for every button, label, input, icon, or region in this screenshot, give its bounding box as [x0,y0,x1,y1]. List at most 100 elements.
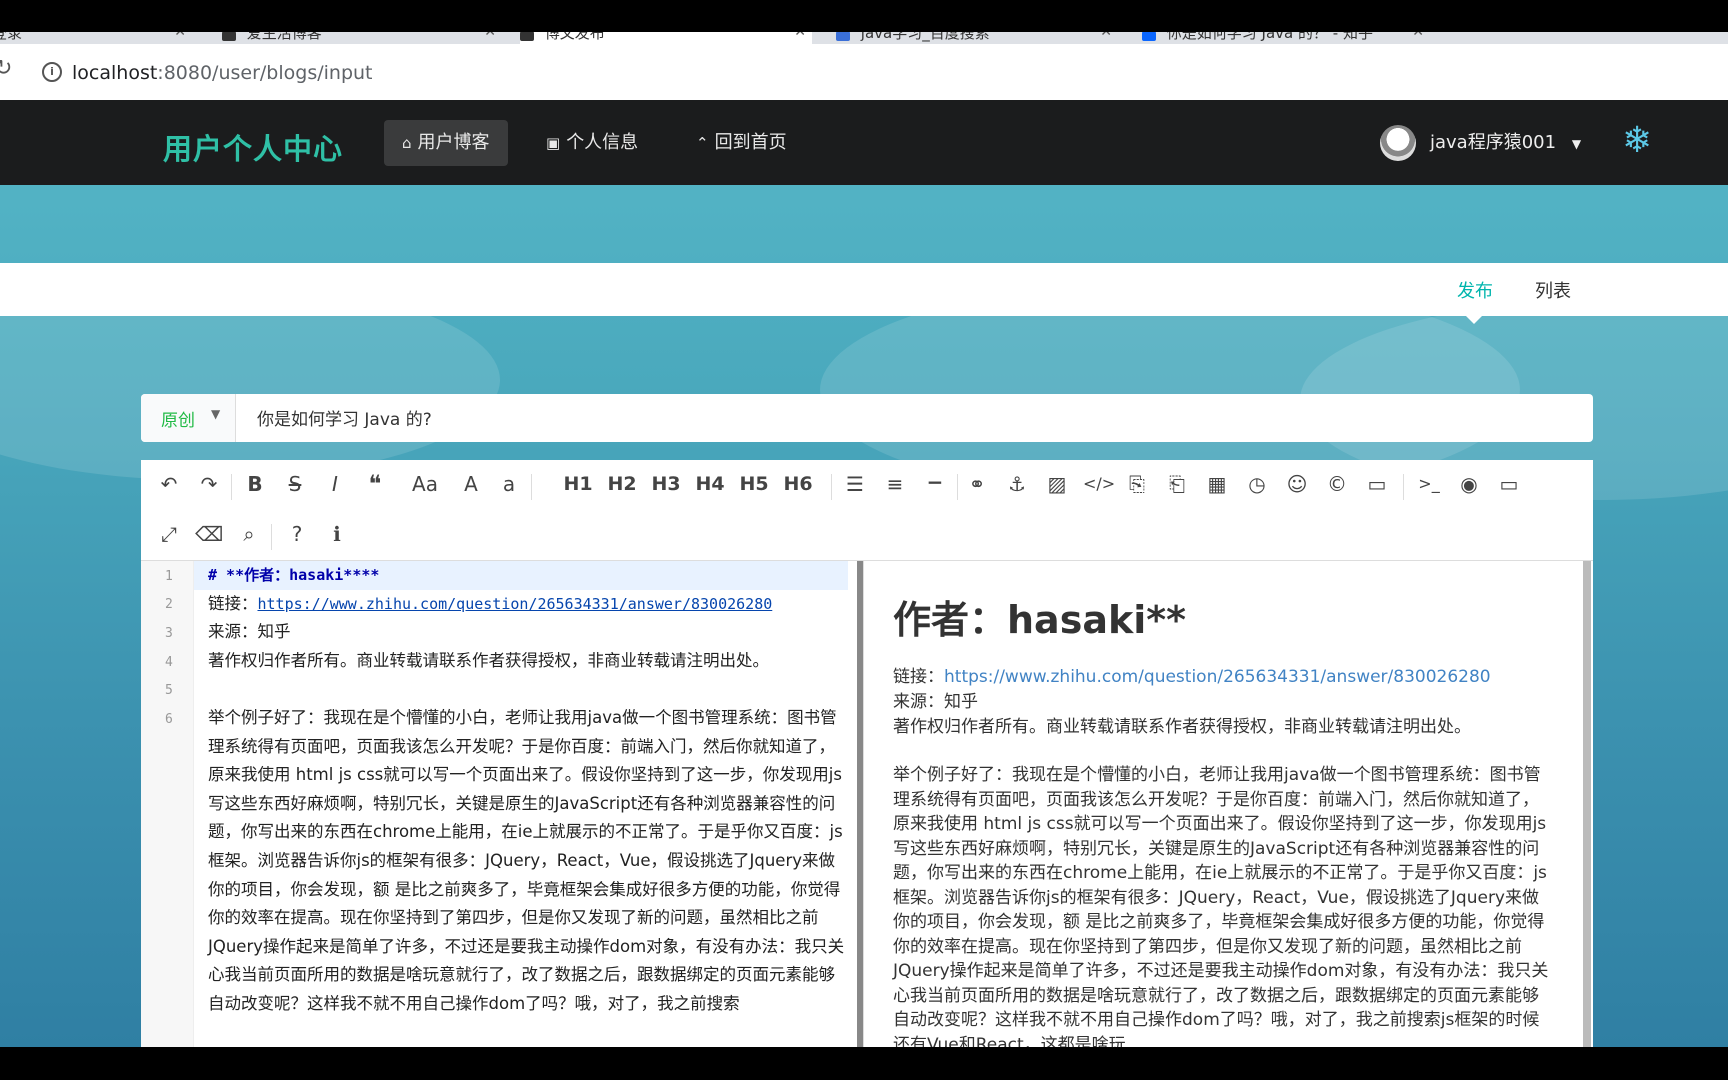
avatar [1380,125,1416,161]
pagebreak-icon[interactable]: ▭ [1363,472,1391,496]
tab-label: java学习_百度搜索 [860,32,990,42]
anchor-icon[interactable]: ⚓ [1003,472,1031,496]
watch-icon[interactable]: ▭ [1495,472,1523,496]
info-icon[interactable]: ℹ [323,522,351,546]
browser-tab[interactable]: 登录 ✕ [0,32,192,44]
search-icon[interactable]: ⌕ [235,522,263,546]
url-path: :8080/user/blogs/input [157,62,373,84]
username: java程序猿001 [1430,132,1557,153]
toolbar-divider [957,474,958,500]
url-field[interactable]: localhost:8080/user/blogs/input [72,62,373,84]
sub-nav: 发布 列表 [0,263,1728,316]
html-entities-icon[interactable]: © [1323,472,1351,496]
strikethrough-icon[interactable]: S [281,472,309,496]
redo-icon[interactable]: ↷ [195,472,223,496]
preview-scrollbar[interactable] [1583,561,1591,1047]
reload-icon[interactable]: ↻ [0,56,12,81]
clear-icon[interactable]: ⌫ [195,522,223,546]
toolbar-divider [1403,474,1404,500]
preview-pane: 作者：hasaki** 链接：https://www.zhihu.com/que… [865,561,1593,1047]
unordered-list-icon[interactable]: ☰ [841,472,869,496]
bold-icon[interactable]: B [241,472,269,496]
caret-down-icon: ▼ [1571,137,1582,151]
heading-5-button[interactable]: H5 [737,473,771,495]
caret-down-icon: ▼ [211,407,221,421]
bottom-bar [0,1047,1728,1080]
code-scrollbar[interactable] [857,561,863,1047]
undo-icon[interactable]: ↶ [155,472,183,496]
image-icon: ▣ [546,134,561,152]
heading-6-button[interactable]: H6 [781,473,815,495]
title-input[interactable] [255,406,1559,428]
tab-label: 登录 [0,32,23,42]
code-link-prefix: 链接： [208,593,258,613]
browser-tab[interactable]: java学习_百度搜索 ✕ [836,32,1118,44]
nav-item-profile[interactable]: ▣ 个人信息 [528,120,656,166]
preview-meta: 链接：https://www.zhihu.com/question/265634… [893,665,1553,740]
heading-4-button[interactable]: H4 [693,473,727,495]
line-gutter: 1 2 3 4 5 6 [141,561,194,1047]
close-icon[interactable]: ✕ [794,32,806,40]
address-bar: ↻ i localhost:8080/user/blogs/input [0,44,1728,101]
lowercase-icon[interactable]: a [495,472,523,496]
preview-body: 举个例子好了：我现在是个懵懂的小白，老师让我用java做一个图书管理系统：图书管… [893,765,1549,1047]
horizontal-rule-icon[interactable]: − [921,470,949,494]
code-pane[interactable]: 1 2 3 4 5 6 # **作者：hasaki**** 链接：https:/… [141,561,864,1047]
active-pointer [1465,315,1483,324]
uppercase-all-icon[interactable]: Aa [405,472,445,496]
close-icon[interactable]: ✕ [484,32,496,40]
image-icon[interactable]: ▨ [1043,472,1071,496]
type-dropdown[interactable]: 原创 ▼ [141,394,236,442]
nav-item-blogs[interactable]: ⌂ 用户博客 [384,120,508,166]
close-icon[interactable]: ✕ [1100,32,1112,40]
preview-link-prefix: 链接： [893,667,944,687]
uppercase-icon[interactable]: A [457,472,485,496]
preformatted-code-icon[interactable]: ⎘ [1123,472,1151,496]
code-line: 链接：https://www.zhihu.com/question/265634… [208,590,848,619]
tab-list[interactable]: 列表 [1535,277,1571,303]
heading-3-button[interactable]: H3 [649,473,683,495]
browser-tab-active[interactable]: 博文发布 ✕ [520,32,812,44]
ordered-list-icon[interactable]: ≡ [881,472,909,496]
editor-toolbar: ↶ ↷ B S I ❝ Aa A a H1 H2 H3 H4 H5 H6 ☰ ≡… [141,460,1593,561]
top-nav: 用户个人中心 ⌂ 用户博客 ▣ 个人信息 ⌃ 回到首页 java程序猿001 ▼ ❄ [0,100,1728,185]
heading-1-button[interactable]: H1 [561,473,595,495]
snowflake-icon: ❄ [1622,120,1653,161]
code-link-url[interactable]: https://www.zhihu.com/question/265634331… [258,595,773,613]
toggle-preview-icon[interactable]: ◉ [1455,472,1483,496]
browser-tab[interactable]: 你是如何学习 Java 的？ - 知乎 ✕ [1142,32,1430,44]
datetime-icon[interactable]: ◷ [1243,472,1271,496]
table-icon[interactable]: ▦ [1203,472,1231,496]
info-icon[interactable]: i [42,62,62,82]
heading-2-button[interactable]: H2 [605,473,639,495]
favicon-icon [520,32,534,41]
tab-publish[interactable]: 发布 [1457,277,1493,303]
tab-label: 博文发布 [544,32,605,42]
nav-label: 个人信息 [566,132,639,153]
code-block-icon[interactable]: ⎗ [1163,472,1191,496]
code-line: 举个例子好了：我现在是个懵懂的小白，老师让我用java做一个图书管理系统：图书管… [208,707,845,1013]
fullscreen-icon[interactable]: ⤢ [155,522,183,546]
link-icon[interactable]: ⚭ [963,472,991,496]
help-icon[interactable]: ? [283,522,311,546]
line-number: 4 [165,655,173,670]
code-icon[interactable]: </> [1083,474,1115,493]
browser-tab[interactable]: 爱生活博客 ✕ [222,32,502,44]
brand-title[interactable]: 用户个人中心 [163,126,343,168]
italic-icon[interactable]: I [321,472,349,496]
quote-icon[interactable]: ❝ [361,470,389,498]
line-number: 6 [165,712,173,727]
toolbar-divider [231,474,232,500]
line-number: 5 [165,683,173,698]
goto-line-icon[interactable]: >_ [1415,474,1443,493]
line-number: 1 [165,569,173,584]
preview-link[interactable]: https://www.zhihu.com/question/265634331… [944,667,1491,687]
close-icon[interactable]: ✕ [1412,32,1424,40]
code-content[interactable]: # **作者：hasaki**** 链接：https://www.zhihu.c… [194,561,848,1019]
code-line: 来源：知乎 [208,622,291,642]
emoji-icon[interactable]: ☺ [1283,472,1311,496]
nav-item-home[interactable]: ⌃ 回到首页 [678,120,805,166]
close-icon[interactable]: ✕ [174,32,186,40]
user-menu[interactable]: java程序猿001 ▼ [1380,122,1581,164]
